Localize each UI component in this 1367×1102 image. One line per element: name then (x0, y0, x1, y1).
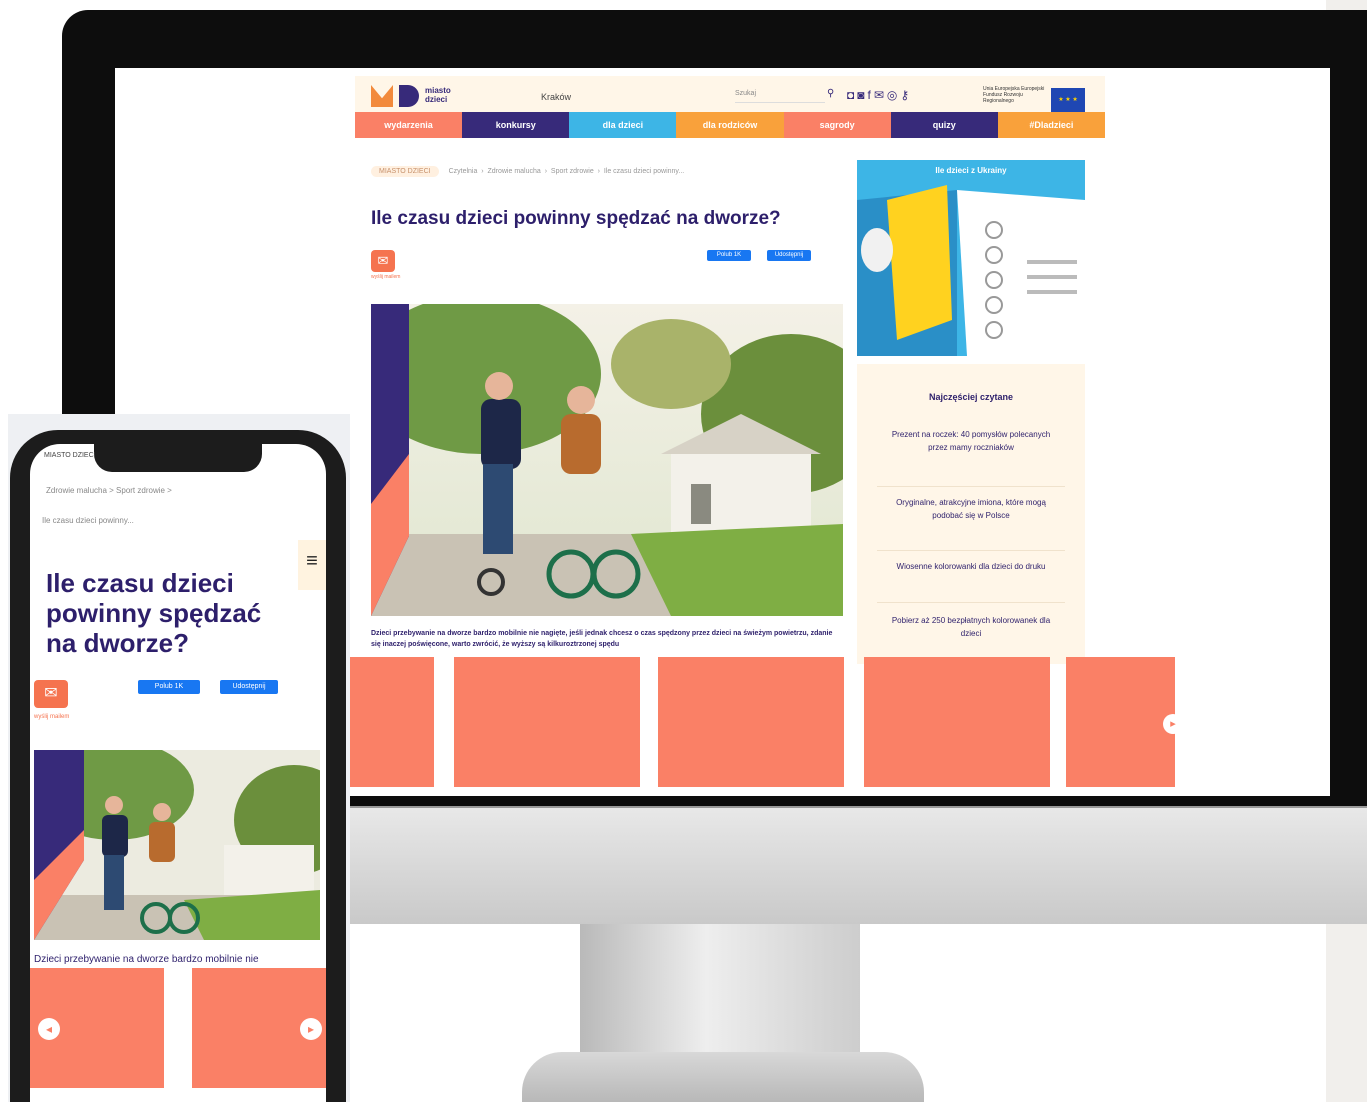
article-lead: Dzieci przebywanie na dworze bardzo mobi… (371, 630, 833, 648)
mail-icon[interactable]: ✉ (874, 88, 887, 102)
city-selector[interactable]: Kraków (541, 92, 571, 102)
breadcrumb-separator: › (542, 168, 551, 175)
breadcrumb-item[interactable]: Sport zdrowie (551, 168, 594, 175)
phone-carousel-next-button[interactable]: ▸ (300, 1018, 322, 1040)
phone-article-title: Ile czasu dzieci powinny spędzać na dwor… (46, 568, 262, 658)
overlay-block (1066, 657, 1175, 787)
phone-breadcrumb-current: Ile czasu dzieci powinny... (42, 516, 134, 525)
sidebar-ad-banner[interactable]: Ile dzieci z Ukrainy (857, 160, 1085, 356)
logo-text[interactable]: miasto dzieci (425, 86, 451, 104)
phone-article-lead: Dzieci przebywanie na dworze bardzo mobi… (34, 954, 259, 965)
logo-m-icon[interactable] (371, 85, 393, 107)
mail-share-button[interactable]: ✉ (371, 250, 395, 272)
search-icon[interactable]: ⚲ (827, 88, 834, 99)
ad-illustration (857, 160, 1085, 356)
site-header: miasto dzieci Kraków Szukaj ⚲ ◘◙f✉◎⚷ Uni… (355, 76, 1105, 112)
phone-breadcrumb[interactable]: Zdrowie malucha > Sport zdrowie > (46, 486, 172, 495)
eu-text: Unia Europejska Europejski Fundusz Rozwo… (983, 86, 1045, 104)
monitor-stand-neck (580, 924, 860, 1054)
instagram-icon[interactable]: ◘ (847, 88, 857, 102)
overlay-block (454, 657, 640, 787)
messenger-icon[interactable]: ◎ (887, 88, 900, 102)
nav-item-dladzieci[interactable]: #Dladzieci (997, 112, 1105, 138)
mail-share-label: wyślij mailem (371, 274, 401, 280)
ad-title: Ile dzieci z Ukrainy (935, 166, 1007, 175)
nav-item-nagrody[interactable]: sagrody (783, 112, 891, 138)
carousel-next-button[interactable]: ▸ (1163, 714, 1183, 734)
search-input[interactable]: Szukaj (735, 90, 825, 103)
mail-icon: ✉ (44, 685, 58, 702)
phone-mail-label: wyślij mailem (34, 714, 70, 720)
most-read-box: Najczęściej czytane Prezent na roczek: 4… (857, 364, 1085, 664)
phone-mail-share-button[interactable]: ✉ (34, 680, 68, 708)
divider (877, 602, 1065, 603)
most-read-item[interactable]: Wiosenne kolorowanki dla dzieci do druku (887, 560, 1055, 573)
divider (877, 550, 1065, 551)
divider (877, 486, 1065, 487)
logo-text-line-2: dzieci (425, 95, 448, 104)
logo-text-line-1: miasto (425, 86, 451, 95)
mail-icon: ✉ (377, 253, 389, 268)
kids-on-bikes-photo (34, 750, 320, 940)
phone-notch (94, 444, 262, 472)
hamburger-menu-icon[interactable]: ≡ (298, 540, 326, 590)
key-icon[interactable]: ⚷ (900, 88, 912, 102)
facebook-like-button[interactable]: Polub 1K (707, 250, 751, 261)
phone-facebook-share-button[interactable]: Udostępnij (220, 680, 278, 694)
nav-item-wydarzenia[interactable]: wydarzenia (355, 112, 463, 138)
main-nav: wydarzenia konkursy dla dzieci dla rodzi… (355, 112, 1105, 138)
nav-item-konkursy[interactable]: konkursy (462, 112, 570, 138)
overlay-block (864, 657, 1050, 787)
breadcrumb-current: Ile czasu dzieci powinny... (603, 168, 685, 175)
overlay-block (348, 657, 434, 787)
breadcrumb-separator: › (595, 168, 604, 175)
phone-site-logo[interactable]: MIASTO DZIECI (44, 452, 96, 459)
monitor-stand-foot (522, 1052, 924, 1102)
most-read-item[interactable]: Oryginalne, atrakcyjne imiona, które mog… (887, 496, 1055, 522)
youtube-icon[interactable]: ◙ (857, 88, 867, 102)
kids-on-bikes-photo (371, 304, 843, 616)
breadcrumb-item[interactable]: Zdrowie malucha (487, 168, 540, 175)
most-read-heading: Najczęściej czytane (928, 392, 1014, 402)
most-read-item[interactable]: Prezent na roczek: 40 pomysłów polecanyc… (887, 428, 1055, 454)
breadcrumb-home[interactable]: MIASTO DZIECI (371, 166, 439, 177)
logo-d-icon[interactable] (399, 85, 419, 107)
nav-item-dla-dzieci[interactable]: dla dzieci (569, 112, 677, 138)
most-read-item[interactable]: Pobierz aż 250 bezpłatnych kolorowanek d… (887, 614, 1055, 640)
breadcrumb-item[interactable]: Czytelnia (449, 168, 478, 175)
phone-carousel-prev-button[interactable]: ◂ (38, 1018, 60, 1040)
nav-item-quizy[interactable]: quizy (890, 112, 998, 138)
eu-flag-icon: ★ ★ ★ (1051, 88, 1085, 112)
overlay-block (658, 657, 844, 787)
article-hero-image (371, 304, 843, 616)
facebook-share-button[interactable]: Udostępnij (767, 250, 811, 261)
phone-facebook-like-button[interactable]: Polub 1K (138, 680, 200, 694)
social-icons[interactable]: ◘◙f✉◎⚷ (847, 88, 912, 102)
phone-hero-image (34, 750, 320, 940)
breadcrumb: MIASTO DZIECI Czytelnia › Zdrowie maluch… (371, 166, 684, 177)
nav-item-dla-rodzicow[interactable]: dla rodziców (676, 112, 784, 138)
article-title: Ile czasu dzieci powinny spędzać na dwor… (371, 208, 781, 229)
